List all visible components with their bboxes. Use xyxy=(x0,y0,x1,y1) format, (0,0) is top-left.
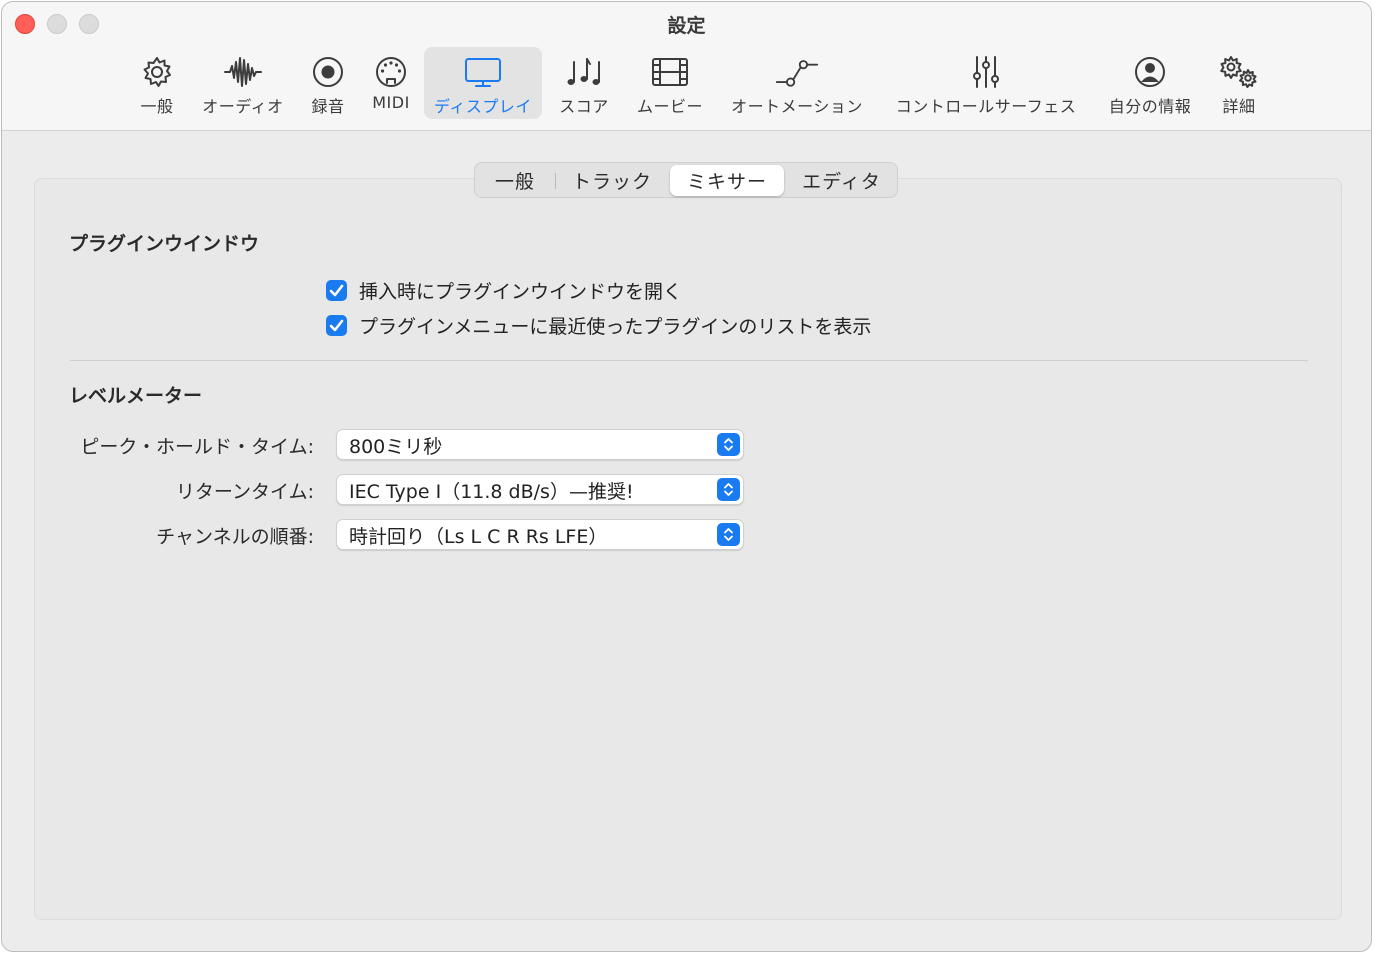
titlebar: 設定 一般 オーディオ 録音 MIDI ディスプレイ スコア ムービー オートメ… xyxy=(2,2,1371,131)
toolbar-general[interactable]: 一般 xyxy=(129,47,185,119)
toolbar-audio-label: オーディオ xyxy=(202,97,284,116)
toolbar-advanced-label: 詳細 xyxy=(1222,97,1256,116)
toolbar-control-surfaces-label: コントロールサーフェス xyxy=(895,97,1077,116)
toolbar-my-info-label: 自分の情報 xyxy=(1108,97,1192,116)
return-time-label: リターンタイム: xyxy=(175,481,314,503)
toolbar-general-label: 一般 xyxy=(140,97,174,116)
chevron-updown-icon xyxy=(717,523,740,546)
recent-plugins-label: プラグインメニューに最近使ったプラグインのリストを表示 xyxy=(359,316,872,338)
record-icon xyxy=(306,52,350,92)
checkmark-icon xyxy=(329,319,344,332)
tab-segmented-control: 一般 トラック ミキサー エディタ xyxy=(474,162,898,198)
toolbar-automation-label: オートメーション xyxy=(731,97,863,116)
peak-hold-time-label: ピーク・ホールド・タイム: xyxy=(80,436,314,458)
toolbar-my-info[interactable]: 自分の情報 xyxy=(1102,47,1198,119)
music-notes-icon xyxy=(562,52,606,92)
channel-order-value: 時計回り（Ls L C R Rs LFE） xyxy=(349,526,608,548)
toolbar-display-label: ディスプレイ xyxy=(434,97,532,116)
display-icon xyxy=(461,52,505,92)
toolbar-score-label: スコア xyxy=(559,97,609,116)
toolbar-recording[interactable]: 録音 xyxy=(304,47,352,119)
toolbar-advanced[interactable]: 詳細 xyxy=(1210,47,1268,119)
midi-port-icon xyxy=(369,52,413,92)
tab-mixer[interactable]: ミキサー xyxy=(670,165,784,196)
toolbar-display[interactable]: ディスプレイ xyxy=(424,47,542,119)
open-plugin-window-checkbox[interactable] xyxy=(326,280,347,301)
automation-icon xyxy=(775,52,819,92)
recent-plugins-checkbox[interactable] xyxy=(326,315,347,336)
toolbar-recording-label: 録音 xyxy=(311,97,345,116)
return-time-popup[interactable]: IEC Type I（11.8 dB/s）—推奨! xyxy=(336,474,744,505)
recent-plugins-option[interactable]: プラグインメニューに最近使ったプラグインのリストを表示 xyxy=(326,312,871,339)
tab-editor[interactable]: エディタ xyxy=(786,163,897,197)
toolbar-midi-label: MIDI xyxy=(372,93,410,112)
peak-hold-time-popup[interactable]: 800ミリ秒 xyxy=(336,429,744,460)
person-icon xyxy=(1128,52,1172,92)
waveform-icon xyxy=(221,52,265,92)
chevron-updown-icon xyxy=(717,433,740,456)
settings-window: 設定 一般 オーディオ 録音 MIDI ディスプレイ スコア ムービー オートメ… xyxy=(1,1,1372,952)
window-title: 設定 xyxy=(667,15,706,37)
gear-icon xyxy=(135,52,179,92)
toolbar-movie-label: ムービー xyxy=(636,97,703,116)
advanced-gears-icon xyxy=(1217,52,1261,92)
film-icon xyxy=(648,52,692,92)
open-plugin-window-option[interactable]: 挿入時にプラグインウインドウを開く xyxy=(326,277,682,304)
open-plugin-window-label: 挿入時にプラグインウインドウを開く xyxy=(359,281,683,303)
toolbar-automation[interactable]: オートメーション xyxy=(724,47,870,119)
toolbar-movie[interactable]: ムービー xyxy=(630,47,710,119)
channel-order-popup[interactable]: 時計回り（Ls L C R Rs LFE） xyxy=(336,519,744,550)
sliders-icon xyxy=(964,52,1008,92)
toolbar-midi[interactable]: MIDI xyxy=(366,47,416,119)
chevron-updown-icon xyxy=(717,478,740,501)
section-divider xyxy=(70,360,1308,361)
toolbar-audio[interactable]: オーディオ xyxy=(197,47,289,119)
peak-hold-time-value: 800ミリ秒 xyxy=(349,436,443,458)
return-time-value: IEC Type I（11.8 dB/s）—推奨! xyxy=(349,481,634,503)
tab-track[interactable]: トラック xyxy=(556,163,668,197)
plugin-window-section-title: プラグインウインドウ xyxy=(69,233,260,255)
toolbar-score[interactable]: スコア xyxy=(554,47,614,119)
checkmark-icon xyxy=(329,284,344,297)
toolbar-control-surfaces[interactable]: コントロールサーフェス xyxy=(886,47,1086,119)
level-meter-section-title: レベルメーター xyxy=(69,385,203,407)
tab-general[interactable]: 一般 xyxy=(475,163,555,197)
channel-order-label: チャンネルの順番: xyxy=(156,526,314,548)
